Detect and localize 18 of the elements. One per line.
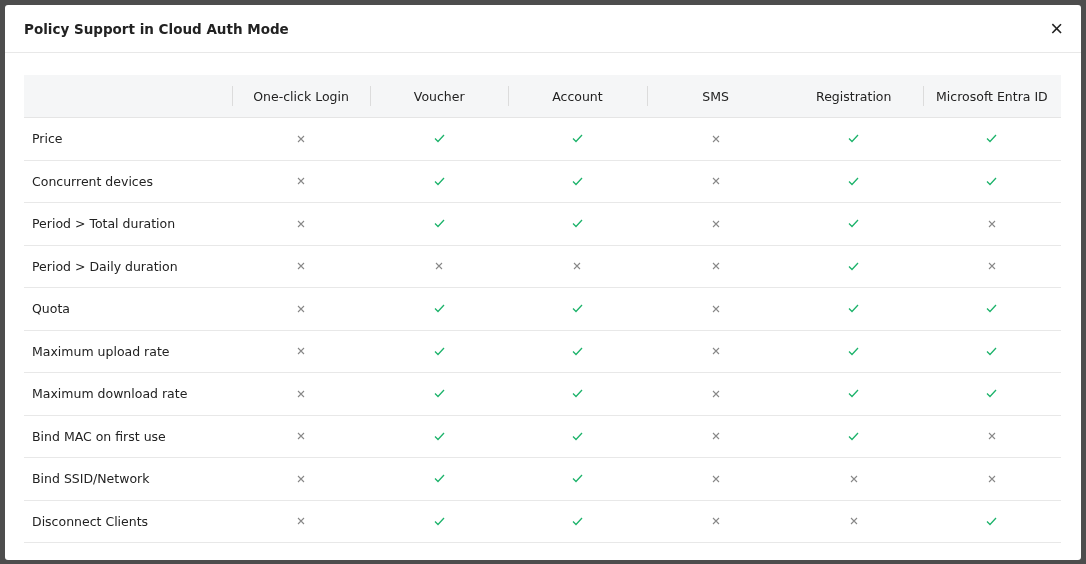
column-header: Registration	[816, 88, 892, 104]
policy-name: Quota	[32, 301, 70, 317]
column-header: Microsoft Entra ID	[936, 88, 1048, 104]
column-header: One-click Login	[253, 88, 349, 104]
policy-name: Disconnect Clients	[32, 513, 149, 529]
policy-name: Price	[32, 131, 63, 147]
policy-name: Period > Total duration	[32, 216, 176, 232]
policy-name: Bind MAC on first use	[32, 428, 166, 444]
column-header: Voucher	[413, 88, 465, 104]
column-header: Account	[552, 88, 603, 104]
dialog-title: Policy Support in Cloud Auth Mode	[24, 20, 289, 37]
column-header: SMS	[702, 88, 729, 104]
close-button[interactable]: ×	[1046, 17, 1067, 40]
policy-name: Concurrent devices	[32, 173, 153, 189]
policy-name: Bind SSID/Network	[32, 471, 150, 487]
policy-name: Maximum download rate	[32, 386, 188, 402]
policy-name: Period > Daily duration	[32, 258, 178, 274]
policy-name: Maximum upload rate	[32, 343, 170, 359]
